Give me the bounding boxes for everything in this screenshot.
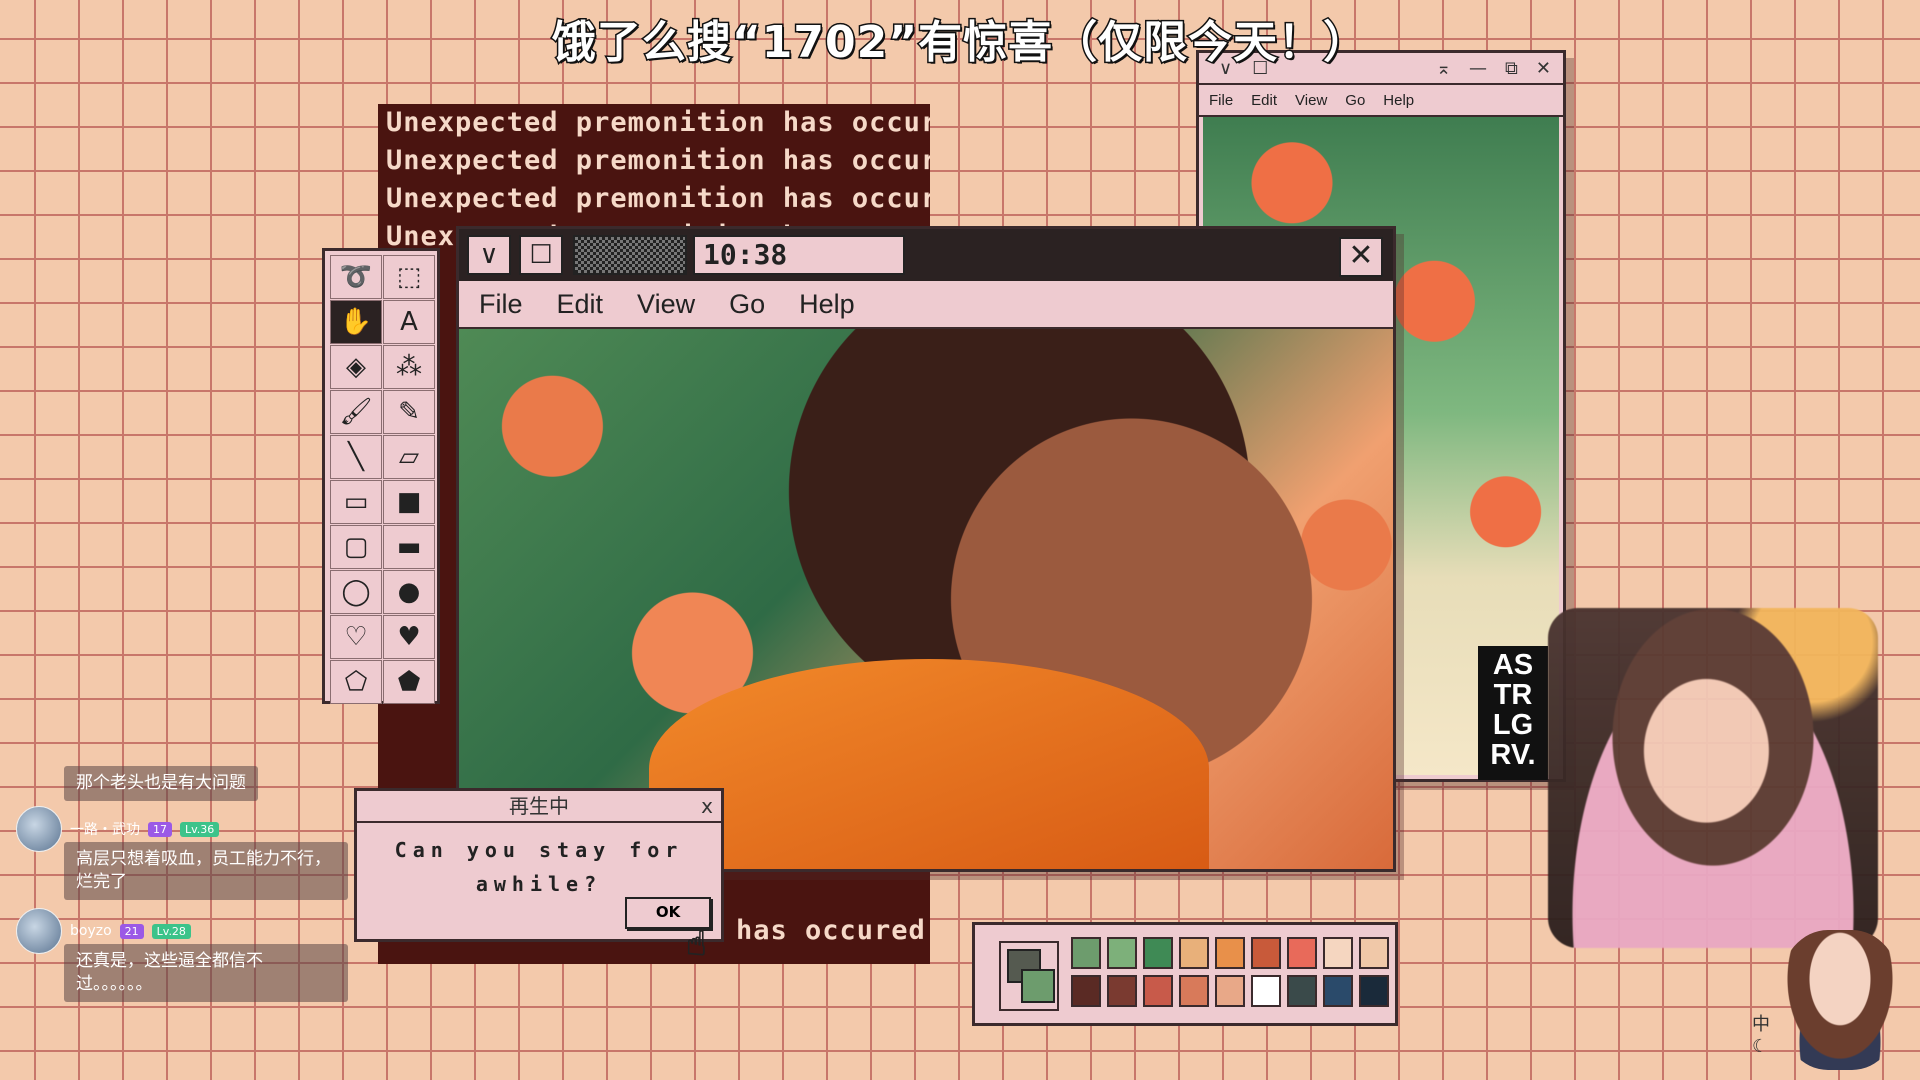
message-dialog: 再生中 x Can you stay for awhile? OK xyxy=(354,788,724,942)
dialog-message: Can you stay for awhile? xyxy=(357,833,721,901)
color-swatch[interactable] xyxy=(1287,975,1317,1007)
avatar[interactable] xyxy=(16,806,62,852)
menu-view[interactable]: View xyxy=(637,289,695,320)
color-palette xyxy=(972,922,1398,1026)
menu-help[interactable]: Help xyxy=(1383,92,1414,109)
rect-tool[interactable]: ▭ xyxy=(330,480,382,524)
polygon-tool[interactable]: ⬠ xyxy=(330,660,382,704)
color-swatch[interactable] xyxy=(1071,937,1101,969)
hand-cursor-icon: ☝ xyxy=(686,924,708,965)
color-swatch[interactable] xyxy=(1251,937,1281,969)
color-swatch[interactable] xyxy=(1323,937,1353,969)
dialog-title: 再生中 x xyxy=(357,791,721,823)
heart-tool[interactable]: ♡ xyxy=(330,615,382,659)
chat-message: 那个老头也是有大问题 xyxy=(64,766,258,801)
text-tool[interactable]: A xyxy=(383,300,435,344)
round-rect-tool[interactable]: ▢ xyxy=(330,525,382,569)
hand-tool[interactable]: ✋ xyxy=(330,300,382,344)
filled-round-rect-tool[interactable]: ▬ xyxy=(383,525,435,569)
level-badge: Lv.28 xyxy=(151,923,191,939)
promo-banner: 饿了么搜“1702”有惊喜（仅限今天！） xyxy=(550,16,1369,70)
color-swatch[interactable] xyxy=(1215,975,1245,1007)
premonition-line: Unexpected premonition has occured xyxy=(386,107,930,138)
menu-edit[interactable]: Edit xyxy=(1251,92,1277,109)
pencil-tool[interactable]: ✎ xyxy=(383,390,435,434)
color-swatch[interactable] xyxy=(1107,937,1137,969)
artwork-dress xyxy=(649,659,1209,869)
main-image-window[interactable]: ∨ ☐ 10:38 ✕ File Edit View Go Help xyxy=(456,226,1396,872)
color-swatch[interactable] xyxy=(1215,937,1245,969)
close-icon[interactable]: x xyxy=(701,791,713,821)
level-badge: Lv.36 xyxy=(180,821,220,837)
color-swatch[interactable] xyxy=(1143,975,1173,1007)
brush-tool[interactable]: 🖌 xyxy=(330,390,382,434)
dialog-title-text: 再生中 xyxy=(509,794,569,818)
filled-ellipse-tool[interactable]: ● xyxy=(383,570,435,614)
chat-username[interactable]: 一路・武功 xyxy=(70,819,140,839)
main-window-titlebar[interactable]: ∨ ☐ 10:38 ✕ xyxy=(459,229,1393,281)
fill-tool[interactable]: ◈ xyxy=(330,345,382,389)
dialog-message-line2: awhile? xyxy=(475,872,603,896)
color-swatch[interactable] xyxy=(1251,975,1281,1007)
ellipse-tool[interactable]: ◯ xyxy=(330,570,382,614)
spray-tool[interactable]: ⁂ xyxy=(383,345,435,389)
streamer-webcam xyxy=(1548,608,1878,948)
menu-go[interactable]: Go xyxy=(729,289,765,320)
chat-message: 高层只想着吸血，员工能力不行，烂完了 xyxy=(64,842,348,900)
lasso-tool[interactable]: ➰ xyxy=(330,255,382,299)
chat-message: 还真是，这些逼全都信不过。。。。。。 xyxy=(64,944,348,1002)
color-swatch[interactable] xyxy=(1359,975,1389,1007)
fan-badge: 17 xyxy=(148,821,172,837)
color-swatch[interactable] xyxy=(1143,937,1173,969)
paint-toolbox: ➰ ⬚ ✋ A ◈ ⁂ 🖌 ✎ ╲ ▱ ▭ ■ ▢ ▬ ◯ ● ♡ ♥ ⬠ ⬟ xyxy=(322,248,440,704)
filled-heart-tool[interactable]: ♥ xyxy=(383,615,435,659)
color-swatch[interactable] xyxy=(1287,937,1317,969)
color-swatch[interactable] xyxy=(1359,937,1389,969)
swatch-grid xyxy=(1071,937,1389,1007)
mascot-sticker xyxy=(1780,930,1900,1070)
color-swatch[interactable] xyxy=(1071,975,1101,1007)
menu-file[interactable]: File xyxy=(1209,92,1233,109)
clock-display: 10:38 xyxy=(693,235,905,275)
menu-help[interactable]: Help xyxy=(799,289,855,320)
eraser-tool[interactable]: ▱ xyxy=(383,435,435,479)
filled-polygon-tool[interactable]: ⬟ xyxy=(383,660,435,704)
color-swatch[interactable] xyxy=(1323,975,1353,1007)
astro-logo: AS TR LG RV. xyxy=(1478,646,1548,780)
main-window-menubar: File Edit View Go Help xyxy=(459,281,1393,329)
color-swatch[interactable] xyxy=(1107,975,1137,1007)
close-icon[interactable]: ✕ xyxy=(1339,237,1383,277)
premonition-fragment: has occured xyxy=(736,915,926,946)
color-swatch[interactable] xyxy=(1179,937,1209,969)
chat-username[interactable]: boyzo xyxy=(70,923,112,939)
ime-lang: 中 xyxy=(1752,1014,1770,1035)
background-color[interactable] xyxy=(1021,969,1055,1003)
collapse-icon[interactable]: ∨ xyxy=(467,235,511,275)
premonition-line: Unexpected premonition has occured xyxy=(386,145,930,176)
menu-file[interactable]: File xyxy=(479,289,523,320)
dialog-message-line1: Can you stay for xyxy=(394,838,684,862)
maximize-icon[interactable]: ☐ xyxy=(519,235,563,275)
right-window-menubar: File Edit View Go Help xyxy=(1199,85,1563,117)
moon-icon: ☾ xyxy=(1752,1036,1769,1057)
color-swatch[interactable] xyxy=(1179,975,1209,1007)
ime-indicator[interactable]: 中 ☾ xyxy=(1752,1010,1770,1057)
current-colors[interactable] xyxy=(999,941,1059,1011)
menu-go[interactable]: Go xyxy=(1345,92,1365,109)
select-rect-tool[interactable]: ⬚ xyxy=(383,255,435,299)
premonition-line: Unexpected premonition has occured xyxy=(386,183,930,214)
line-tool[interactable]: ╲ xyxy=(330,435,382,479)
titlebar-pattern xyxy=(573,235,687,275)
menu-view[interactable]: View xyxy=(1295,92,1327,109)
fan-badge: 21 xyxy=(119,923,144,939)
avatar[interactable] xyxy=(16,908,62,954)
filled-rect-tool[interactable]: ■ xyxy=(383,480,435,524)
menu-edit[interactable]: Edit xyxy=(557,289,604,320)
